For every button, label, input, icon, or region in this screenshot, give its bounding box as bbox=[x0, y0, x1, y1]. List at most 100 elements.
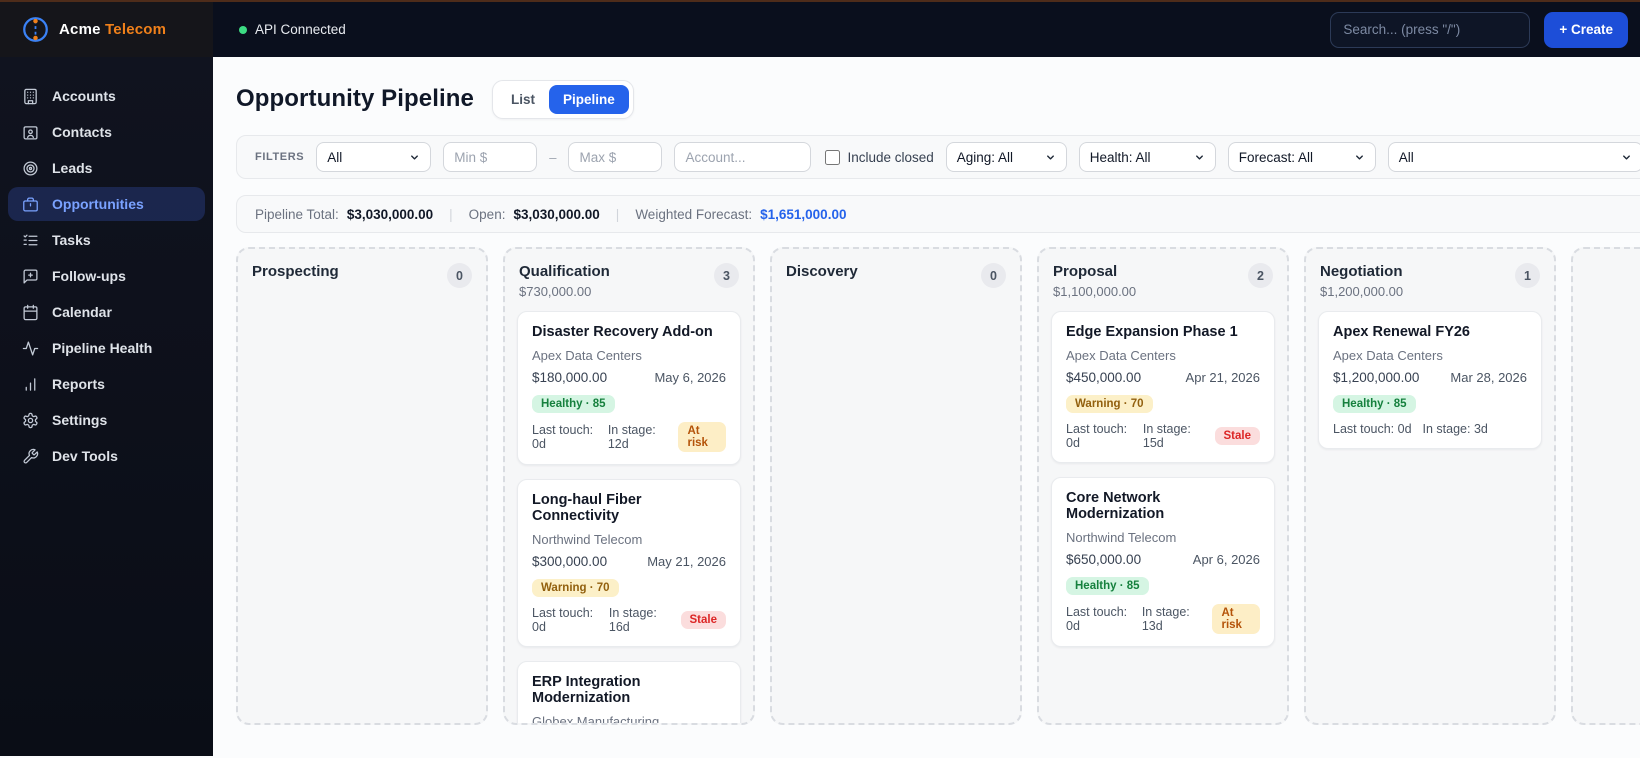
opportunity-card[interactable]: ERP Integration Modernization Globex Man… bbox=[517, 661, 741, 725]
sidebar-item-settings[interactable]: Settings bbox=[8, 403, 205, 437]
sidebar-item-label: Reports bbox=[52, 376, 105, 392]
health-badge: Warning · 70 bbox=[532, 579, 619, 597]
kanban-column: Qualification $730,000.00 3 Disaster Rec… bbox=[503, 247, 755, 725]
sidebar-item-label: Tasks bbox=[52, 232, 91, 248]
pipeline-view-button[interactable]: Pipeline bbox=[549, 84, 629, 114]
sidebar-item-accounts[interactable]: Accounts bbox=[8, 79, 205, 113]
column-title: Proposal bbox=[1053, 263, 1118, 280]
sidebar-item-calendar[interactable]: Calendar bbox=[8, 295, 205, 329]
health-filter-select[interactable]: Health: All bbox=[1078, 142, 1216, 172]
list-checks-icon bbox=[22, 232, 39, 249]
owner-filter-select[interactable]: All bbox=[1387, 142, 1640, 172]
card-account: Apex Data Centers bbox=[1333, 348, 1443, 363]
card-title: Long-haul Fiber Connectivity bbox=[532, 492, 642, 524]
card-badges: Warning · 70 bbox=[1066, 394, 1260, 413]
card-meta: Last touch: 0d In stage: 16d Stale bbox=[532, 606, 726, 634]
column-count-badge: 2 bbox=[1248, 263, 1273, 288]
sidebar-item-contacts[interactable]: Contacts bbox=[8, 115, 205, 149]
forecast-filter-select[interactable]: Forecast: All bbox=[1227, 142, 1376, 172]
stage-filter-value: All bbox=[327, 149, 343, 165]
column-cards: Disaster Recovery Add-on Apex Data Cente… bbox=[517, 311, 741, 725]
column-count-badge: 0 bbox=[447, 263, 472, 288]
sidebar-item-label: Pipeline Health bbox=[52, 340, 153, 356]
min-amount-input[interactable] bbox=[443, 142, 538, 172]
kanban-column: Prospecting 0 bbox=[236, 247, 488, 725]
opportunity-card[interactable]: Long-haul Fiber Connectivity Northwind T… bbox=[517, 479, 741, 647]
sidebar-item-pipeline-health[interactable]: Pipeline Health bbox=[8, 331, 205, 365]
card-meta: Last touch: 0d In stage: 3d bbox=[1333, 422, 1527, 436]
sidebar-item-reports[interactable]: Reports bbox=[8, 367, 205, 401]
sidebar: Accounts Contacts Leads Opportunities Ta… bbox=[0, 57, 213, 756]
page-title: Opportunity Pipeline bbox=[236, 85, 475, 112]
column-sum: $1,200,000.00 bbox=[1320, 284, 1404, 299]
column-header: Proposal $1,100,000.00 2 bbox=[1051, 261, 1275, 299]
health-filter-value: Health: All bbox=[1089, 149, 1151, 165]
column-title: Negotiation bbox=[1320, 263, 1403, 280]
column-header: Discovery 0 bbox=[784, 261, 1008, 288]
in-stage-label: In stage: 15d bbox=[1142, 422, 1191, 450]
card-title: Edge Expansion Phase 1 bbox=[1066, 324, 1238, 340]
chevron-down-icon bbox=[1621, 152, 1632, 163]
opportunity-card[interactable]: Edge Expansion Phase 1 Apex Data Centers… bbox=[1051, 311, 1275, 463]
sidebar-item-leads[interactable]: Leads bbox=[8, 151, 205, 185]
sidebar-item-follow-ups[interactable]: Follow-ups bbox=[8, 259, 205, 293]
sidebar-item-tasks[interactable]: Tasks bbox=[8, 223, 205, 257]
include-closed-checkbox[interactable] bbox=[825, 149, 841, 165]
include-closed-label: Include closed bbox=[847, 149, 934, 165]
brand-logo[interactable]: Acme Telecom bbox=[0, 2, 213, 57]
column-header: Negotiation $1,200,000.00 1 bbox=[1318, 261, 1542, 299]
column-sum: $730,000.00 bbox=[519, 284, 592, 299]
card-account: Globex Manufacturing bbox=[532, 714, 660, 725]
health-badge: Healthy · 85 bbox=[1066, 577, 1149, 595]
card-title: ERP Integration Modernization bbox=[532, 674, 641, 706]
aging-filter-select[interactable]: Aging: All bbox=[945, 142, 1067, 172]
range-separator: – bbox=[549, 149, 557, 165]
open-value: $3,030,000.00 bbox=[513, 206, 600, 222]
card-title: Apex Renewal FY26 bbox=[1333, 324, 1470, 340]
id-card-icon bbox=[22, 124, 39, 141]
last-touch-label: Last touch: 0d bbox=[1333, 422, 1412, 436]
risk-badge: At risk bbox=[1212, 604, 1261, 634]
risk-badge: Stale bbox=[680, 611, 726, 629]
separator: | bbox=[449, 206, 453, 222]
in-stage-label: In stage: 16d bbox=[608, 606, 657, 634]
column-count-badge: 1 bbox=[1515, 263, 1540, 288]
create-button[interactable]: + Create bbox=[1544, 11, 1628, 48]
calendar-icon bbox=[22, 304, 39, 321]
opportunity-card[interactable]: Apex Renewal FY26 Apex Data Centers $1,2… bbox=[1318, 311, 1542, 449]
health-badge: Healthy · 85 bbox=[532, 395, 615, 413]
max-amount-input[interactable] bbox=[568, 142, 663, 172]
search-input[interactable] bbox=[1330, 11, 1531, 48]
sidebar-item-label: Follow-ups bbox=[52, 268, 126, 284]
column-header: Qualification $730,000.00 3 bbox=[517, 261, 741, 299]
card-close-date: May 21, 2026 bbox=[647, 554, 726, 569]
chevron-down-icon bbox=[1354, 152, 1365, 163]
opportunity-card[interactable]: Core Network Modernization Northwind Tel… bbox=[1051, 477, 1275, 647]
health-badge: Warning · 70 bbox=[1066, 395, 1153, 413]
sidebar-item-label: Opportunities bbox=[52, 196, 144, 212]
chevron-down-icon bbox=[409, 152, 420, 163]
stage-filter-select[interactable]: All bbox=[316, 142, 432, 172]
card-close-date: Mar 28, 2026 bbox=[1450, 370, 1527, 385]
sidebar-item-dev-tools[interactable]: Dev Tools bbox=[8, 439, 205, 473]
include-closed-group: Include closed bbox=[825, 149, 934, 165]
account-filter-input[interactable] bbox=[674, 142, 812, 172]
chevron-down-icon bbox=[1194, 152, 1205, 163]
card-title: Core Network Modernization bbox=[1066, 490, 1165, 522]
health-badge: Healthy · 85 bbox=[1333, 395, 1416, 413]
list-view-button[interactable]: List bbox=[497, 85, 549, 114]
activity-icon bbox=[22, 340, 39, 357]
column-title: Qualification bbox=[519, 263, 610, 280]
column-title: Discovery bbox=[786, 263, 858, 280]
opportunity-card[interactable]: Disaster Recovery Add-on Apex Data Cente… bbox=[517, 311, 741, 465]
open-label: Open: bbox=[468, 206, 506, 222]
card-badges: Healthy · 85 bbox=[1333, 394, 1527, 413]
weighted-forecast-value: $1,651,000.00 bbox=[760, 206, 847, 222]
card-account: Apex Data Centers bbox=[532, 348, 642, 363]
sidebar-item-label: Calendar bbox=[52, 304, 112, 320]
risk-badge: At risk bbox=[678, 422, 727, 452]
sidebar-item-opportunities[interactable]: Opportunities bbox=[8, 187, 205, 221]
last-touch-label: Last touch: 0d bbox=[532, 606, 594, 634]
last-touch-label: Last touch: 0d bbox=[532, 423, 594, 451]
briefcase-icon bbox=[22, 196, 39, 213]
